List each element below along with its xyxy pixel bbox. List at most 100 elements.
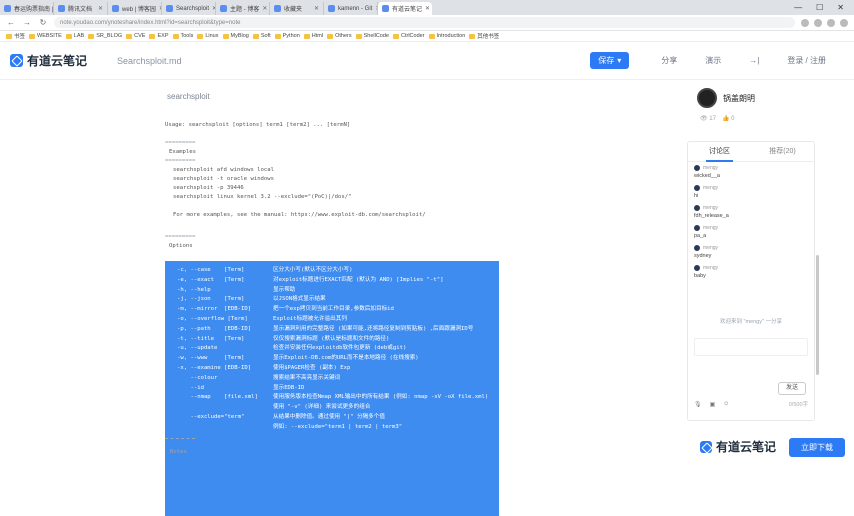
bookmark-item[interactable]: ShellCode bbox=[355, 33, 389, 39]
comment-input[interactable] bbox=[694, 338, 808, 356]
option-flag: --colour bbox=[177, 374, 218, 381]
bookmark-item[interactable]: Introduction bbox=[428, 33, 465, 39]
bookmark-item[interactable]: CtrlCoder bbox=[392, 33, 425, 39]
bookmark-item[interactable]: Soft bbox=[252, 33, 271, 39]
scrollbar[interactable] bbox=[816, 255, 819, 375]
browser-tab[interactable]: web | 博客园✕ bbox=[108, 2, 162, 15]
option-flag: -m, --mirror [EDB-ID] bbox=[177, 306, 252, 313]
maximize-icon[interactable]: ☐ bbox=[816, 3, 823, 12]
comment-list: mengy wicked__a mengy hi mengy fdh_release_a m… bbox=[688, 162, 814, 282]
comment-tabs: 讨论区 推荐(20) bbox=[688, 142, 814, 162]
bookmark-item[interactable]: CVE bbox=[126, 33, 145, 39]
export-icon[interactable]: →| bbox=[749, 56, 759, 65]
browser-tab[interactable]: 春运购票指南 | 知乎✕ bbox=[0, 2, 54, 15]
minimize-icon[interactable]: — bbox=[794, 3, 802, 12]
option-flag: -o, --overflow [Term] bbox=[177, 316, 248, 322]
image-icon[interactable]: ▣ bbox=[710, 401, 716, 408]
browser-tab[interactable]: 腾讯文档 ✕ bbox=[54, 2, 108, 15]
option-flag: -x, --examine [EDB-ID] bbox=[177, 365, 252, 371]
bookmark-item[interactable]: SR_BLOG bbox=[88, 33, 122, 39]
browser-tab[interactable]: 收藏夹 ✕ bbox=[270, 2, 324, 15]
comment-item[interactable]: mengy sydney bbox=[688, 242, 814, 262]
bookmark-item[interactable]: WEBSITE bbox=[29, 33, 62, 39]
comment-meta: mengy bbox=[694, 225, 808, 231]
folder-icon bbox=[303, 33, 310, 39]
likes-count[interactable]: 👍 0 bbox=[722, 115, 734, 122]
browser-tab-active[interactable]: 有道云笔记 ✕ bbox=[378, 2, 432, 15]
bookmark-item[interactable]: 书签 bbox=[6, 32, 25, 40]
tab-discussion[interactable]: 讨论区 bbox=[688, 142, 751, 162]
bookmark-item[interactable]: Others bbox=[327, 33, 352, 39]
folder-icon bbox=[65, 33, 72, 39]
extension-icon[interactable] bbox=[827, 18, 835, 27]
close-tab-icon[interactable]: ✕ bbox=[425, 5, 430, 12]
tab-favicon-icon bbox=[328, 5, 335, 12]
emoji-icon[interactable]: ☺ bbox=[723, 401, 729, 407]
option-description: 例如: --exclude="term1 | term2 | term3" bbox=[273, 423, 403, 430]
comment-user: mengy bbox=[703, 165, 719, 171]
share-button[interactable]: 分享 bbox=[661, 55, 677, 66]
document-body[interactable]: searchsploit Usage: searchsploit [option… bbox=[165, 88, 685, 516]
more-examples-line: For more examples, see the manual: https… bbox=[173, 212, 426, 218]
views-count: 👁 17 bbox=[700, 116, 716, 122]
send-button[interactable]: 发送 bbox=[777, 382, 806, 395]
comment-item[interactable]: mengy baby bbox=[688, 262, 814, 282]
option-flag: -c, --case [Term] bbox=[177, 267, 245, 273]
download-button[interactable]: 立即下载 bbox=[789, 438, 845, 457]
comment-item[interactable]: mengy fdh_release_a bbox=[688, 202, 814, 222]
option-description: 使用服务版本检查Nmap XML输出中的所有结果 (例如: nmap -sV -… bbox=[273, 394, 489, 401]
save-button[interactable]: 保存 ▾ bbox=[590, 52, 630, 69]
option-description: 显示EDB-ID bbox=[273, 384, 305, 391]
option-description: 显示漏洞利用的完整路径 (如果可能,还将路径复制到剪贴板) ,后面跟漏洞ID号 bbox=[273, 325, 474, 332]
close-tab-icon[interactable]: ✕ bbox=[314, 5, 319, 12]
extension-icon[interactable] bbox=[801, 18, 809, 27]
profile-icon[interactable] bbox=[840, 18, 848, 27]
avatar[interactable] bbox=[697, 88, 717, 108]
tab-favicon-icon bbox=[274, 5, 281, 12]
tab-favicon-icon bbox=[220, 5, 227, 12]
reload-icon[interactable]: ↻ bbox=[38, 18, 48, 27]
tab-recommend[interactable]: 推荐(20) bbox=[751, 142, 814, 162]
comment-notice: 欢迎来到 "mengy" 一分享 bbox=[720, 319, 782, 325]
close-window-icon[interactable]: ✕ bbox=[837, 3, 844, 12]
mic-icon[interactable]: 🎙 bbox=[694, 401, 702, 408]
option-description: Exploit标题被允许溢出其列 bbox=[273, 316, 347, 322]
option-description: 检查并安装任何exploitdb软件包更新 (deb或git) bbox=[273, 345, 407, 352]
bookmark-item[interactable]: LAB bbox=[65, 33, 84, 39]
bookmark-item[interactable]: MyBlog bbox=[222, 33, 249, 39]
bookmark-item[interactable]: Linux bbox=[197, 33, 219, 39]
bookmark-item[interactable]: EXP bbox=[149, 33, 169, 39]
footer-logo[interactable]: 有道云笔记 bbox=[700, 438, 776, 455]
bookmark-item[interactable]: Tools bbox=[172, 33, 193, 39]
browser-tab[interactable]: 主题 - 博客 ✕ bbox=[216, 2, 270, 15]
app-logo[interactable]: 有道云笔记 bbox=[10, 52, 87, 69]
comment-item[interactable]: mengy hi bbox=[688, 182, 814, 202]
folder-icon bbox=[469, 33, 476, 39]
url-field[interactable]: note.youdao.com/ynoteshare/index.html?id… bbox=[54, 17, 795, 28]
bookmark-item[interactable]: 其他书签 bbox=[469, 32, 499, 40]
tab-favicon-icon bbox=[58, 5, 65, 12]
option-description: 区分大小写(默认不区分大小写) bbox=[273, 267, 353, 273]
close-tab-icon[interactable]: ✕ bbox=[262, 5, 267, 12]
folder-icon bbox=[392, 33, 399, 39]
browser-tab[interactable]: Searchsploit✕ bbox=[162, 2, 216, 15]
option-flag: -t, --title [Term] bbox=[177, 335, 245, 342]
login-register-link[interactable]: 登录 / 注册 bbox=[787, 55, 826, 66]
comment-item[interactable]: mengy pa_a bbox=[688, 222, 814, 242]
bookmark-item[interactable]: Python bbox=[274, 33, 300, 39]
comment-user: mengy bbox=[703, 205, 719, 211]
back-arrow-icon[interactable]: ← bbox=[6, 18, 16, 27]
document-title: Searchsploit.md bbox=[117, 55, 182, 66]
comment-item[interactable]: mengy wicked__a bbox=[688, 162, 814, 182]
bookmark-item[interactable]: Html bbox=[303, 33, 323, 39]
avatar bbox=[694, 165, 700, 171]
present-button[interactable]: 演示 bbox=[705, 55, 721, 66]
browser-tab[interactable]: kamenn - Git✕ bbox=[324, 2, 378, 15]
comment-toolbar: 🎙 ▣ ☺ 0/500字 bbox=[694, 400, 808, 408]
close-tab-icon[interactable]: ✕ bbox=[98, 5, 103, 12]
avatar bbox=[694, 225, 700, 231]
author-name[interactable]: 锅盖朗明 bbox=[723, 93, 755, 104]
forward-arrow-icon[interactable]: → bbox=[22, 18, 32, 27]
extension-icon[interactable] bbox=[814, 18, 822, 27]
option-flag: -w, --www [Term] bbox=[177, 355, 245, 362]
